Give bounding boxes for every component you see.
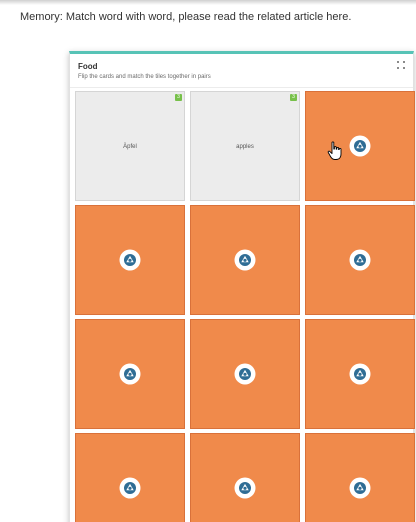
memory-logo-icon — [349, 135, 371, 157]
memory-logo-icon — [119, 363, 141, 385]
card-5[interactable] — [190, 205, 300, 315]
top-shadow — [0, 0, 416, 5]
memory-logo-icon — [119, 249, 141, 271]
instruction-text: Memory: Match word with word, please rea… — [20, 11, 352, 23]
header-divider — [70, 87, 413, 88]
card-11[interactable] — [190, 433, 300, 522]
card-8[interactable] — [190, 319, 300, 429]
page: Memory: Match word with word, please rea… — [0, 0, 416, 522]
widget-title: Food — [78, 62, 98, 71]
memory-logo-icon — [119, 477, 141, 499]
memory-logo-icon — [234, 249, 256, 271]
hand-cursor-icon — [327, 141, 342, 160]
match-badge: 3 — [290, 94, 297, 101]
card-6[interactable] — [305, 205, 415, 315]
memory-logo-icon — [349, 249, 371, 271]
card-12[interactable] — [305, 433, 415, 522]
match-badge: 3 — [175, 94, 182, 101]
card-10[interactable] — [75, 433, 185, 522]
memory-logo-icon — [234, 363, 256, 385]
widget-subtitle: Flip the cards and match the tiles toget… — [78, 74, 211, 80]
card-1[interactable]: 3 Äpfel — [75, 91, 185, 201]
card-2[interactable]: 3 apples — [190, 91, 300, 201]
card-board: 3 Äpfel 3 apples — [75, 91, 415, 522]
card-4[interactable] — [75, 205, 185, 315]
fullscreen-icon[interactable] — [396, 60, 406, 70]
card-7[interactable] — [75, 319, 185, 429]
memory-logo-icon — [234, 477, 256, 499]
memory-logo-icon — [349, 477, 371, 499]
memory-game-widget: Food Flip the cards and match the tiles … — [69, 51, 415, 522]
card-word: Äpfel — [123, 144, 137, 150]
card-3[interactable] — [305, 91, 415, 201]
card-9[interactable] — [305, 319, 415, 429]
card-word: apples — [236, 144, 254, 150]
memory-logo-icon — [349, 363, 371, 385]
